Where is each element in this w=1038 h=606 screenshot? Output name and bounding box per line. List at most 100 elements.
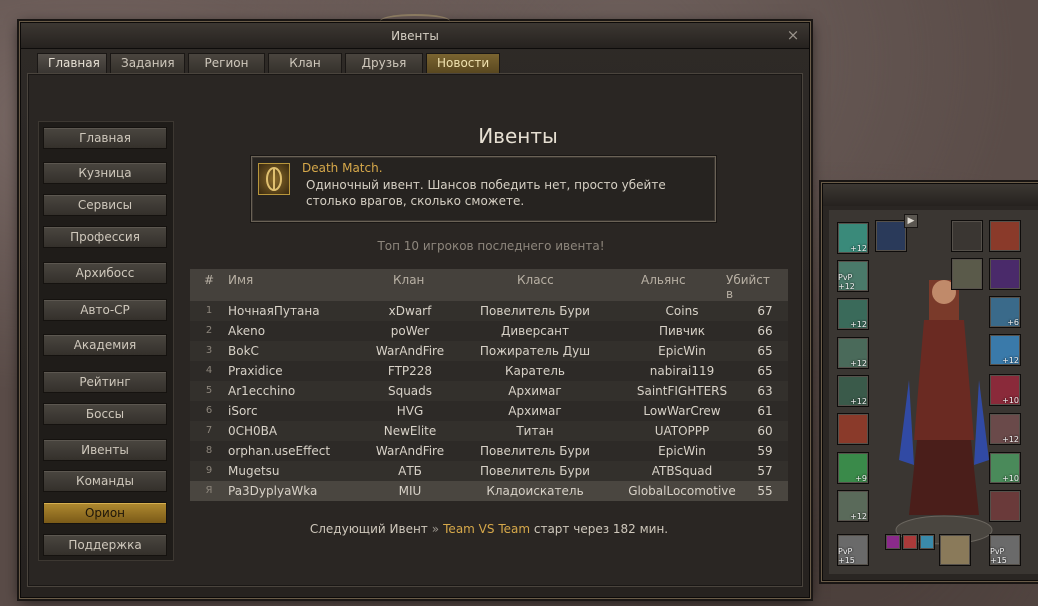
double-chevron-icon: » [431, 522, 440, 536]
clan-cell: WarAndFire [375, 444, 445, 458]
alliance-cell: EpicWin [658, 344, 706, 358]
alliance-cell: SaintFIGHTERS [636, 384, 728, 398]
player-name-cell: Pa3DyplyaWka [228, 484, 318, 498]
belt-slot[interactable]: +12 [837, 490, 869, 522]
menu-item-bosses[interactable]: Боссы [43, 403, 167, 425]
menu-item-profession[interactable]: Профессия [43, 226, 167, 248]
gloves-slot[interactable]: +12 [837, 337, 869, 369]
class-cell: Повелитель Бури [480, 304, 590, 318]
kills-cell: 60 [757, 424, 773, 438]
player-name-cell: НочнаяПутана [228, 304, 320, 318]
menu-item-support[interactable]: Поддержка [43, 534, 167, 556]
rank-cell: 9 [205, 465, 213, 476]
agathion-slot[interactable] [951, 220, 983, 252]
menu-item-academy[interactable]: Академия [43, 334, 167, 356]
menu-item-archboss[interactable]: Архибосс [43, 262, 167, 284]
tab-friends[interactable]: Друзья [345, 53, 423, 73]
costume-slot[interactable] [951, 258, 983, 290]
menu-item-events[interactable]: Ивенты [43, 439, 167, 461]
table-row[interactable]: 5 Ar1ecchino Squads Архимаг SaintFIGHTERS 63 [190, 381, 788, 401]
tab-clan[interactable]: Клан [268, 53, 342, 73]
rank-cell: 3 [205, 345, 213, 356]
table-row[interactable]: 9 Mugetsu АТБ Повелитель Бури ATBSquad 57 [190, 461, 788, 481]
talisman-slot[interactable] [919, 534, 935, 550]
clan-cell: Squads [387, 384, 433, 398]
kills-cell: 63 [757, 384, 773, 398]
leaderboard-caption: Топ 10 игроков последнего ивента! [377, 239, 605, 253]
ring-2-slot[interactable] [989, 490, 1021, 522]
mask-slot[interactable] [989, 258, 1021, 290]
rank-cell: 7 [205, 425, 213, 436]
player-name-cell: Ar1ecchino [228, 384, 296, 398]
menu-item-services[interactable]: Сервисы [43, 194, 167, 216]
table-row[interactable]: 4 Praxidice FTP228 Каратель nabirai119 65 [190, 361, 788, 381]
shirt-slot[interactable]: +9 [837, 452, 869, 484]
tab-region[interactable]: Регион [188, 53, 265, 73]
offhand-slot[interactable]: PvP +15 [989, 534, 1021, 566]
menu-item-teams[interactable]: Команды [43, 470, 167, 492]
menu-item-orion[interactable]: Орион [43, 502, 167, 524]
death-match-icon [258, 163, 290, 195]
table-row[interactable]: Я Pa3DyplyaWka MIU Кладоискатель GlobalLocom… [190, 481, 788, 501]
table-row[interactable]: 8 orphan.useEffect WarAndFire Повелитель Бу… [190, 441, 788, 461]
player-name-cell: iSorc [228, 404, 258, 418]
player-name-cell: 0CH0BA [228, 424, 278, 438]
events-window: Ивенты × Главная Задания Регион Клан Дру… [20, 14, 810, 598]
table-body: 1 НочнаяПутана xDwarf Повелитель Бури Coins 6… [190, 301, 788, 501]
kills-cell: 55 [757, 484, 773, 498]
kills-cell: 66 [757, 324, 773, 338]
table-row[interactable]: 7 0CH0BA NewElite Титан UATOPPP 60 [190, 421, 788, 441]
rank-cell: 5 [205, 385, 213, 396]
player-name-cell: Mugetsu [228, 464, 280, 478]
event-description: Одиночный ивент. Шансов победить нет, пр… [306, 178, 666, 208]
cloak-slot[interactable] [837, 413, 869, 445]
table-row[interactable]: 6 iSorc HVG Архимаг LowWarCrew 61 [190, 401, 788, 421]
tab-news[interactable]: Новости [426, 53, 500, 73]
table-row[interactable]: 1 НочнаяПутана xDwarf Повелитель Бури Coins 6… [190, 301, 788, 321]
expand-arrow-icon[interactable]: ▶ [904, 214, 918, 228]
talisman-slot[interactable] [902, 534, 918, 550]
close-icon[interactable]: × [785, 27, 801, 43]
clan-cell: poWer [390, 324, 430, 338]
window-titlebar[interactable]: Ивенты × [21, 14, 809, 49]
header-num: # [204, 273, 215, 287]
tab-quests[interactable]: Задания [110, 53, 185, 73]
brooch-slot[interactable] [939, 534, 971, 566]
tab-main[interactable]: Главная [37, 53, 107, 73]
next-event-prefix: Следующий Ивент [309, 522, 428, 536]
earring-slot[interactable]: +6 [989, 296, 1021, 328]
ring-slot[interactable]: +12 [989, 413, 1021, 445]
kills-cell: 59 [757, 444, 773, 458]
bracelet-slot[interactable]: +10 [989, 452, 1021, 484]
hair-accessory-slot[interactable] [989, 220, 1021, 252]
clan-cell: АТБ [398, 464, 422, 478]
kills-cell: 65 [757, 364, 773, 378]
kills-cell: 61 [757, 404, 773, 418]
necklace-slot[interactable] [875, 220, 907, 252]
menu-item-forge[interactable]: Кузница [43, 162, 167, 184]
rank-cell: 6 [205, 405, 213, 416]
table-row[interactable]: 3 BokC WarAndFire Пожиратель Душ EpicWin 65 [190, 341, 788, 361]
boots-slot[interactable]: +12 [837, 375, 869, 407]
class-cell: Архимаг [508, 404, 562, 418]
necklace-2-slot[interactable]: +10 [989, 374, 1021, 406]
earring-2-slot[interactable]: +12 [989, 334, 1021, 366]
equipment-panel: +12 PvP +12 +12 +12 +12 +9 +12 PvP +15 +… [822, 183, 1038, 581]
menu-item-main[interactable]: Главная [43, 127, 167, 149]
player-name-cell: Akeno [228, 324, 266, 338]
class-cell: Архимаг [508, 384, 562, 398]
legs-slot[interactable]: +12 [837, 298, 869, 330]
leaderboard-table: # Имя Клан Класс Альянс Убийств 1 НочнаяП… [190, 269, 788, 501]
talisman-slot[interactable] [885, 534, 901, 550]
equipment-header[interactable] [823, 184, 1038, 206]
helmet-slot[interactable]: +12 [837, 222, 869, 254]
alliance-cell: LowWarCrew [643, 404, 721, 418]
table-row[interactable]: 2 Akeno poWer Диверсант Пивчик 66 [190, 321, 788, 341]
alliance-cell: Coins [665, 304, 699, 318]
title-ornament [380, 14, 450, 28]
rank-cell: 8 [205, 445, 213, 456]
weapon-slot[interactable]: PvP +15 [837, 534, 869, 566]
menu-item-rating[interactable]: Рейтинг [43, 371, 167, 393]
chest-slot[interactable]: PvP +12 [837, 260, 869, 292]
menu-item-auto-cp[interactable]: Авто-СР [43, 299, 167, 321]
